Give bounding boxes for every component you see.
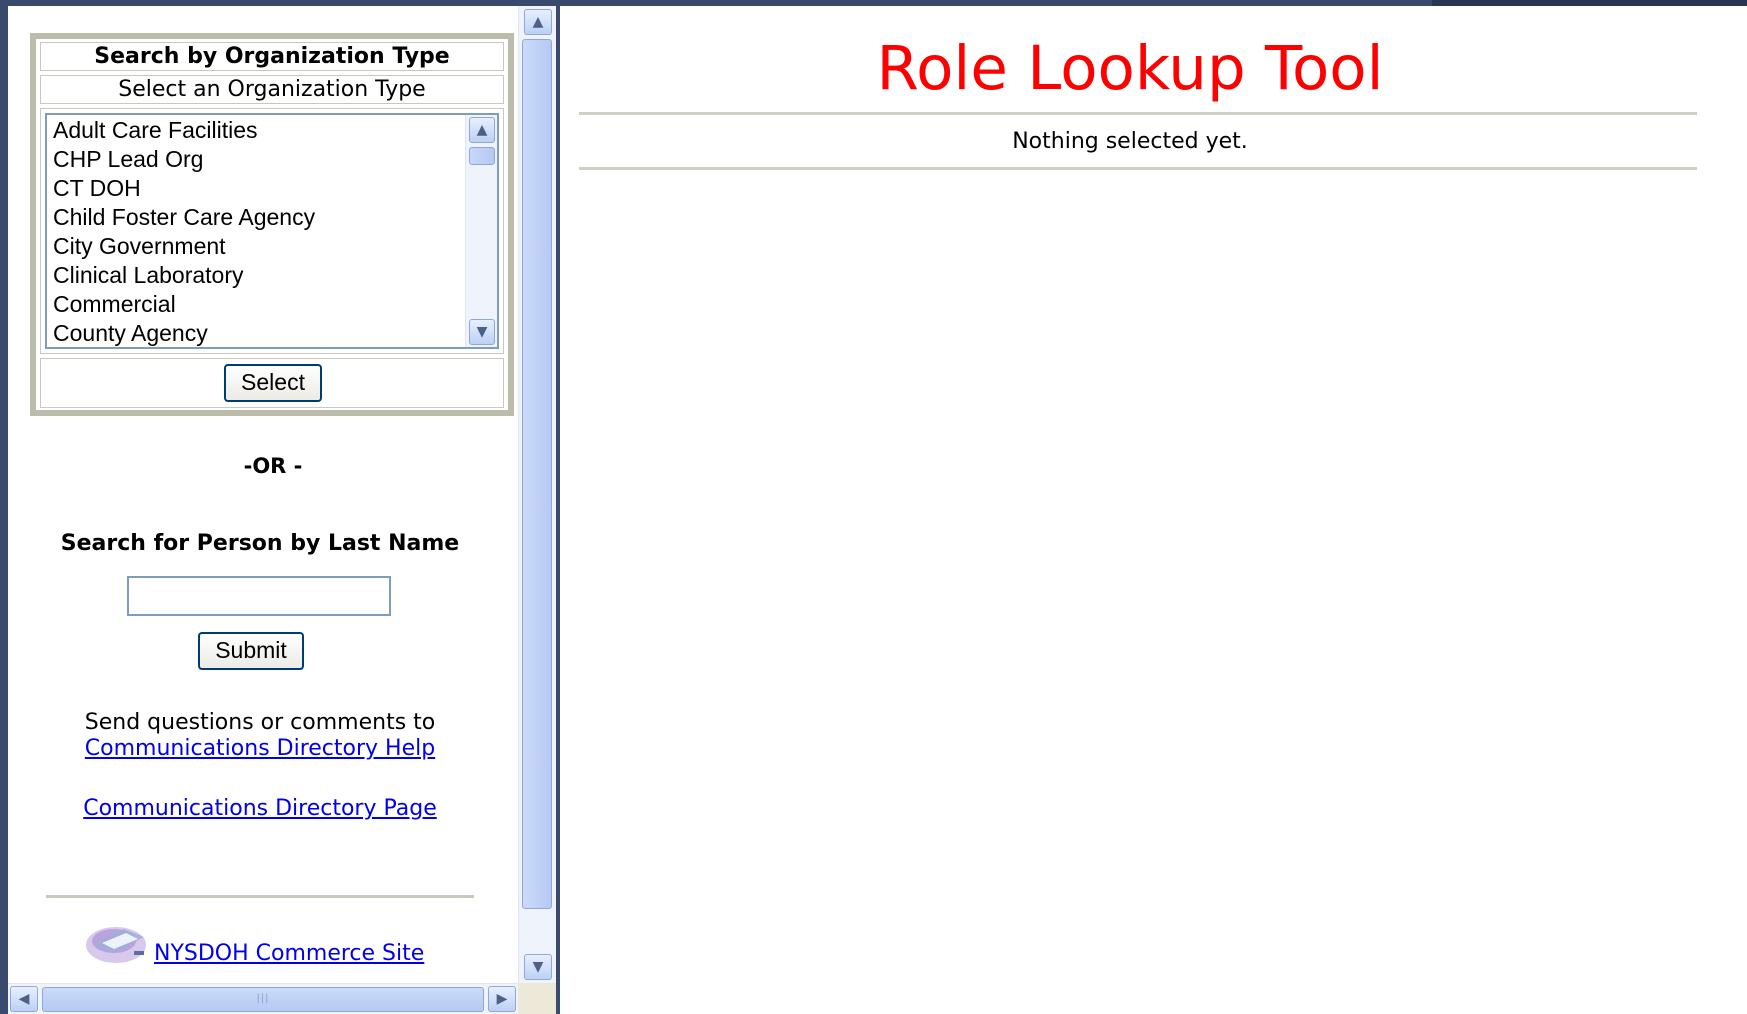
listbox-scrollbar[interactable]: ▲ ▼ (465, 115, 497, 347)
right-frame: Role Lookup Tool Nothing selected yet. (560, 6, 1747, 1014)
org-search-title: Search by Organization Type (40, 42, 504, 71)
selection-status: Nothing selected yet. (1012, 129, 1248, 154)
last-name-input[interactable] (127, 576, 391, 616)
person-search-title: Search for Person by Last Name (60, 531, 460, 556)
horizontal-rule (46, 895, 474, 898)
horizontal-rule (579, 112, 1697, 115)
org-type-option[interactable]: City Government (47, 232, 467, 261)
horizontal-scroll-thumb[interactable]: ||| (42, 987, 484, 1012)
horizontal-rule (579, 167, 1697, 170)
scrollbar-corner (518, 983, 556, 1014)
scroll-left-arrow-icon[interactable]: ◀ (10, 986, 38, 1012)
directory-page-link[interactable]: Communications Directory Page (8, 796, 512, 821)
select-button-cell: Select (40, 358, 504, 408)
directory-help-link[interactable]: Communications Directory Help (8, 736, 512, 761)
or-separator: -OR - (243, 454, 303, 478)
left-frame-horizontal-scrollbar[interactable]: ◀ ||| ▶ (8, 983, 518, 1014)
scroll-down-arrow-icon[interactable]: ▼ (469, 319, 495, 345)
org-type-option[interactable]: Child Foster Care Agency (47, 203, 467, 232)
scroll-up-arrow-icon[interactable]: ▲ (524, 9, 552, 35)
org-type-options: Adult Care Facilities CHP Lead Org CT DO… (47, 116, 467, 347)
help-text: Send questions or comments to (84, 710, 436, 735)
org-type-search-panel: Search by Organization Type Select an Or… (30, 33, 514, 416)
scroll-down-arrow-icon[interactable]: ▼ (524, 954, 552, 980)
submit-button[interactable]: Submit (198, 632, 304, 670)
org-type-option[interactable]: Adult Care Facilities (47, 116, 467, 145)
select-button[interactable]: Select (224, 364, 322, 402)
org-type-option[interactable]: County Agency (47, 319, 467, 347)
org-search-subtitle: Select an Organization Type (40, 75, 504, 104)
org-type-option[interactable]: CT DOH (47, 174, 467, 203)
left-frame-vertical-scrollbar[interactable]: ▲ ▼ (518, 6, 556, 983)
left-frame: Search by Organization Type Select an Or… (0, 6, 556, 1014)
scroll-right-arrow-icon[interactable]: ▶ (488, 986, 516, 1012)
listbox-scroll-thumb[interactable] (469, 147, 495, 165)
scroll-up-arrow-icon[interactable]: ▲ (469, 117, 495, 143)
org-type-option[interactable]: Commercial (47, 290, 467, 319)
commerce-site-link[interactable]: NYSDOH Commerce Site (68, 941, 508, 966)
page-title: Role Lookup Tool (876, 33, 1384, 104)
org-type-option[interactable]: Clinical Laboratory (47, 261, 467, 290)
left-frame-scroll-thumb[interactable] (522, 39, 552, 909)
org-type-listbox-cell: Adult Care Facilities CHP Lead Org CT DO… (40, 108, 504, 354)
org-type-listbox[interactable]: Adult Care Facilities CHP Lead Org CT DO… (45, 113, 499, 349)
org-type-option[interactable]: CHP Lead Org (47, 145, 467, 174)
